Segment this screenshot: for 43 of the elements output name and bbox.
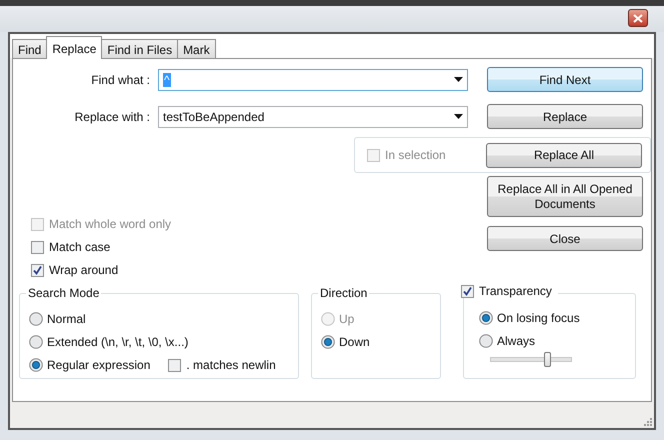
action-button[interactable]: Replace All bbox=[486, 142, 642, 168]
checkbox-label: In selection bbox=[385, 148, 446, 162]
group-title: Search Mode bbox=[26, 286, 102, 300]
checkbox-label: . matches newlin bbox=[186, 358, 276, 372]
resize-grip-icon[interactable] bbox=[642, 416, 652, 426]
close-icon bbox=[633, 14, 643, 22]
checkbox[interactable] bbox=[31, 240, 44, 254]
radio-label: Extended (\n, \r, \t, \0, \x...) bbox=[47, 335, 188, 349]
radio-label: Normal bbox=[47, 312, 86, 326]
checkbox-label: Transparency bbox=[479, 284, 552, 298]
tab[interactable]: Find bbox=[12, 39, 48, 59]
radio-label: On losing focus bbox=[497, 311, 580, 325]
tab[interactable]: Mark bbox=[177, 39, 216, 59]
dropdown-arrow-icon bbox=[454, 77, 463, 82]
slider-thumb[interactable] bbox=[544, 352, 551, 367]
field-label: Replace with : bbox=[74, 110, 151, 124]
action-button[interactable]: Replace bbox=[487, 104, 643, 129]
checkbox-label: Match case bbox=[49, 240, 110, 254]
radio-label: Up bbox=[339, 312, 354, 326]
dropdown-arrow-icon bbox=[454, 114, 463, 119]
radio-button[interactable] bbox=[479, 334, 493, 348]
radio-button[interactable] bbox=[479, 311, 493, 325]
radio-button[interactable] bbox=[29, 335, 43, 349]
radio-button[interactable] bbox=[321, 335, 335, 349]
action-button[interactable]: Replace All in All Opened Documents bbox=[487, 176, 643, 217]
replace-with-field[interactable]: testToBeAppended bbox=[158, 106, 468, 128]
radio-button[interactable] bbox=[29, 358, 43, 372]
tab[interactable]: Find in Files bbox=[101, 39, 178, 59]
checkbox-label: Wrap around bbox=[49, 263, 118, 277]
tab[interactable]: Replace bbox=[46, 36, 102, 59]
action-button[interactable]: Close bbox=[487, 226, 643, 251]
checkbox-label: Match whole word only bbox=[49, 217, 172, 231]
group-title: Direction bbox=[318, 286, 370, 300]
action-button[interactable]: Find Next bbox=[487, 67, 643, 92]
radio-button[interactable] bbox=[29, 312, 43, 326]
checkbox[interactable] bbox=[461, 284, 474, 298]
checkbox[interactable] bbox=[168, 358, 182, 372]
field-label: Find what : bbox=[90, 72, 151, 86]
checkbox[interactable] bbox=[31, 264, 44, 276]
radio-label: Regular expression bbox=[47, 358, 150, 372]
close-button[interactable] bbox=[628, 9, 648, 27]
radio-label: Always bbox=[497, 334, 536, 348]
radio-label: Down bbox=[339, 335, 370, 349]
